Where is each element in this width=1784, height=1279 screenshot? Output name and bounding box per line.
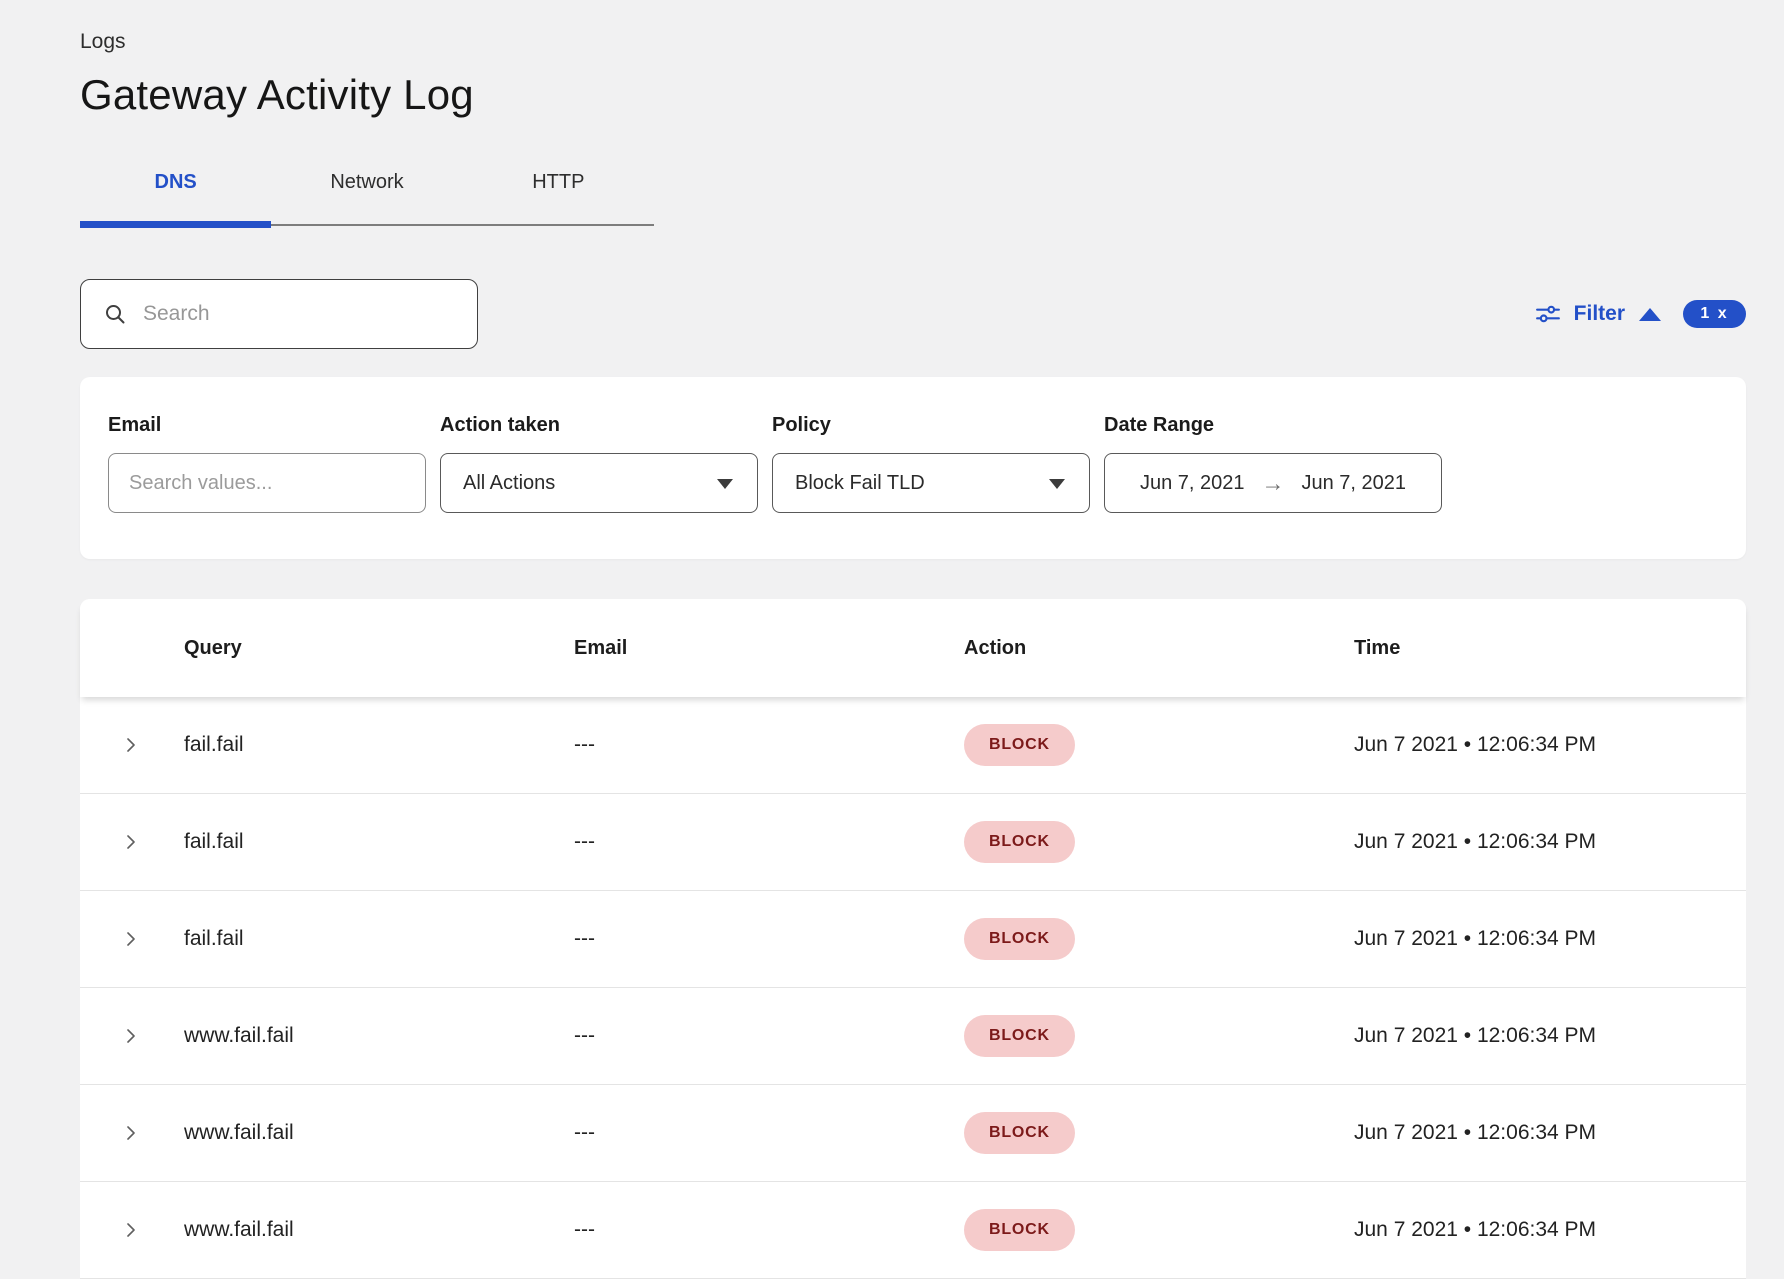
date-range-end: Jun 7, 2021 <box>1302 472 1407 495</box>
column-header-query: Query <box>184 637 574 660</box>
cell-email: --- <box>574 1024 964 1048</box>
column-header-email: Email <box>574 637 964 660</box>
filter-toggle[interactable]: Filter 1 x <box>1535 300 1746 328</box>
chevron-down-icon <box>1049 479 1065 489</box>
cell-query: www.fail.fail <box>184 1218 574 1242</box>
filter-count-badge: 1 x <box>1683 300 1746 328</box>
active-tab-indicator <box>80 221 271 228</box>
action-taken-value: All Actions <box>463 472 555 495</box>
tab-network[interactable]: Network <box>271 171 462 194</box>
cell-time: Jun 7 2021 • 12:06:34 PM <box>1354 830 1746 854</box>
table-row: www.fail.fail --- BLOCK Jun 7 2021 • 12:… <box>80 988 1746 1085</box>
row-expand-button[interactable] <box>118 924 144 954</box>
date-range-start: Jun 7, 2021 <box>1140 472 1245 495</box>
cell-query: www.fail.fail <box>184 1024 574 1048</box>
cell-email: --- <box>574 927 964 951</box>
cell-email: --- <box>574 1121 964 1145</box>
status-badge-block: BLOCK <box>964 918 1075 960</box>
action-taken-select[interactable]: All Actions <box>440 453 758 513</box>
page-title: Gateway Activity Log <box>80 71 1746 119</box>
search-icon <box>103 302 127 326</box>
search-input[interactable] <box>143 302 477 326</box>
email-filter-label: Email <box>108 414 426 437</box>
policy-select[interactable]: Block Fail TLD <box>772 453 1090 513</box>
email-filter-box <box>108 453 426 513</box>
cell-query: fail.fail <box>184 733 574 757</box>
filter-field-email: Email <box>108 414 426 559</box>
filter-sliders-icon <box>1535 301 1561 327</box>
cell-email: --- <box>574 733 964 757</box>
table-row: fail.fail --- BLOCK Jun 7 2021 • 12:06:3… <box>80 891 1746 988</box>
column-header-time: Time <box>1354 637 1746 660</box>
cell-email: --- <box>574 1218 964 1242</box>
email-filter-input[interactable] <box>109 454 425 512</box>
status-badge-block: BLOCK <box>964 1112 1075 1154</box>
cell-time: Jun 7 2021 • 12:06:34 PM <box>1354 1121 1746 1145</box>
activity-log-table: Query Email Action Time fail.fail --- BL… <box>80 599 1746 1279</box>
chevron-down-icon <box>717 479 733 489</box>
status-badge-block: BLOCK <box>964 1209 1075 1251</box>
filter-field-date-range: Date Range Jun 7, 2021 → Jun 7, 2021 <box>1104 414 1442 559</box>
table-row: fail.fail --- BLOCK Jun 7 2021 • 12:06:3… <box>80 794 1746 891</box>
cell-query: fail.fail <box>184 927 574 951</box>
tab-dns[interactable]: DNS <box>80 171 271 194</box>
tab-bar: DNS Network HTTP <box>80 171 654 228</box>
chevron-up-icon <box>1639 308 1661 321</box>
cell-time: Jun 7 2021 • 12:06:34 PM <box>1354 1218 1746 1242</box>
status-badge-block: BLOCK <box>964 821 1075 863</box>
arrow-right-icon: → <box>1262 472 1285 495</box>
cell-time: Jun 7 2021 • 12:06:34 PM <box>1354 927 1746 951</box>
cell-query: fail.fail <box>184 830 574 854</box>
filter-field-policy: Policy Block Fail TLD <box>772 414 1090 559</box>
tab-http[interactable]: HTTP <box>463 171 654 194</box>
status-badge-block: BLOCK <box>964 1015 1075 1057</box>
row-expand-button[interactable] <box>118 730 144 760</box>
date-range-label: Date Range <box>1104 414 1442 437</box>
table-header-row: Query Email Action Time <box>80 599 1746 697</box>
filter-label: Filter <box>1574 302 1625 326</box>
breadcrumb: Logs <box>80 0 1746 54</box>
row-expand-button[interactable] <box>118 1118 144 1148</box>
policy-label: Policy <box>772 414 1090 437</box>
cell-time: Jun 7 2021 • 12:06:34 PM <box>1354 1024 1746 1048</box>
filter-panel: Email Action taken All Actions Policy Bl… <box>80 377 1746 559</box>
status-badge-block: BLOCK <box>964 724 1075 766</box>
search-box[interactable] <box>80 279 478 349</box>
cell-email: --- <box>574 830 964 854</box>
date-range-picker[interactable]: Jun 7, 2021 → Jun 7, 2021 <box>1104 453 1442 513</box>
column-header-action: Action <box>964 637 1354 660</box>
row-expand-button[interactable] <box>118 827 144 857</box>
policy-value: Block Fail TLD <box>795 472 925 495</box>
search-row: Filter 1 x <box>80 279 1746 349</box>
page-content: Logs Gateway Activity Log DNS Network HT… <box>80 0 1746 1279</box>
table-row: fail.fail --- BLOCK Jun 7 2021 • 12:06:3… <box>80 697 1746 794</box>
filter-field-action: Action taken All Actions <box>440 414 758 559</box>
cell-time: Jun 7 2021 • 12:06:34 PM <box>1354 733 1746 757</box>
row-expand-button[interactable] <box>118 1215 144 1245</box>
tab-underline-track <box>80 221 654 228</box>
action-taken-label: Action taken <box>440 414 758 437</box>
cell-query: www.fail.fail <box>184 1121 574 1145</box>
row-expand-button[interactable] <box>118 1021 144 1051</box>
table-row: www.fail.fail --- BLOCK Jun 7 2021 • 12:… <box>80 1182 1746 1279</box>
table-row: www.fail.fail --- BLOCK Jun 7 2021 • 12:… <box>80 1085 1746 1182</box>
